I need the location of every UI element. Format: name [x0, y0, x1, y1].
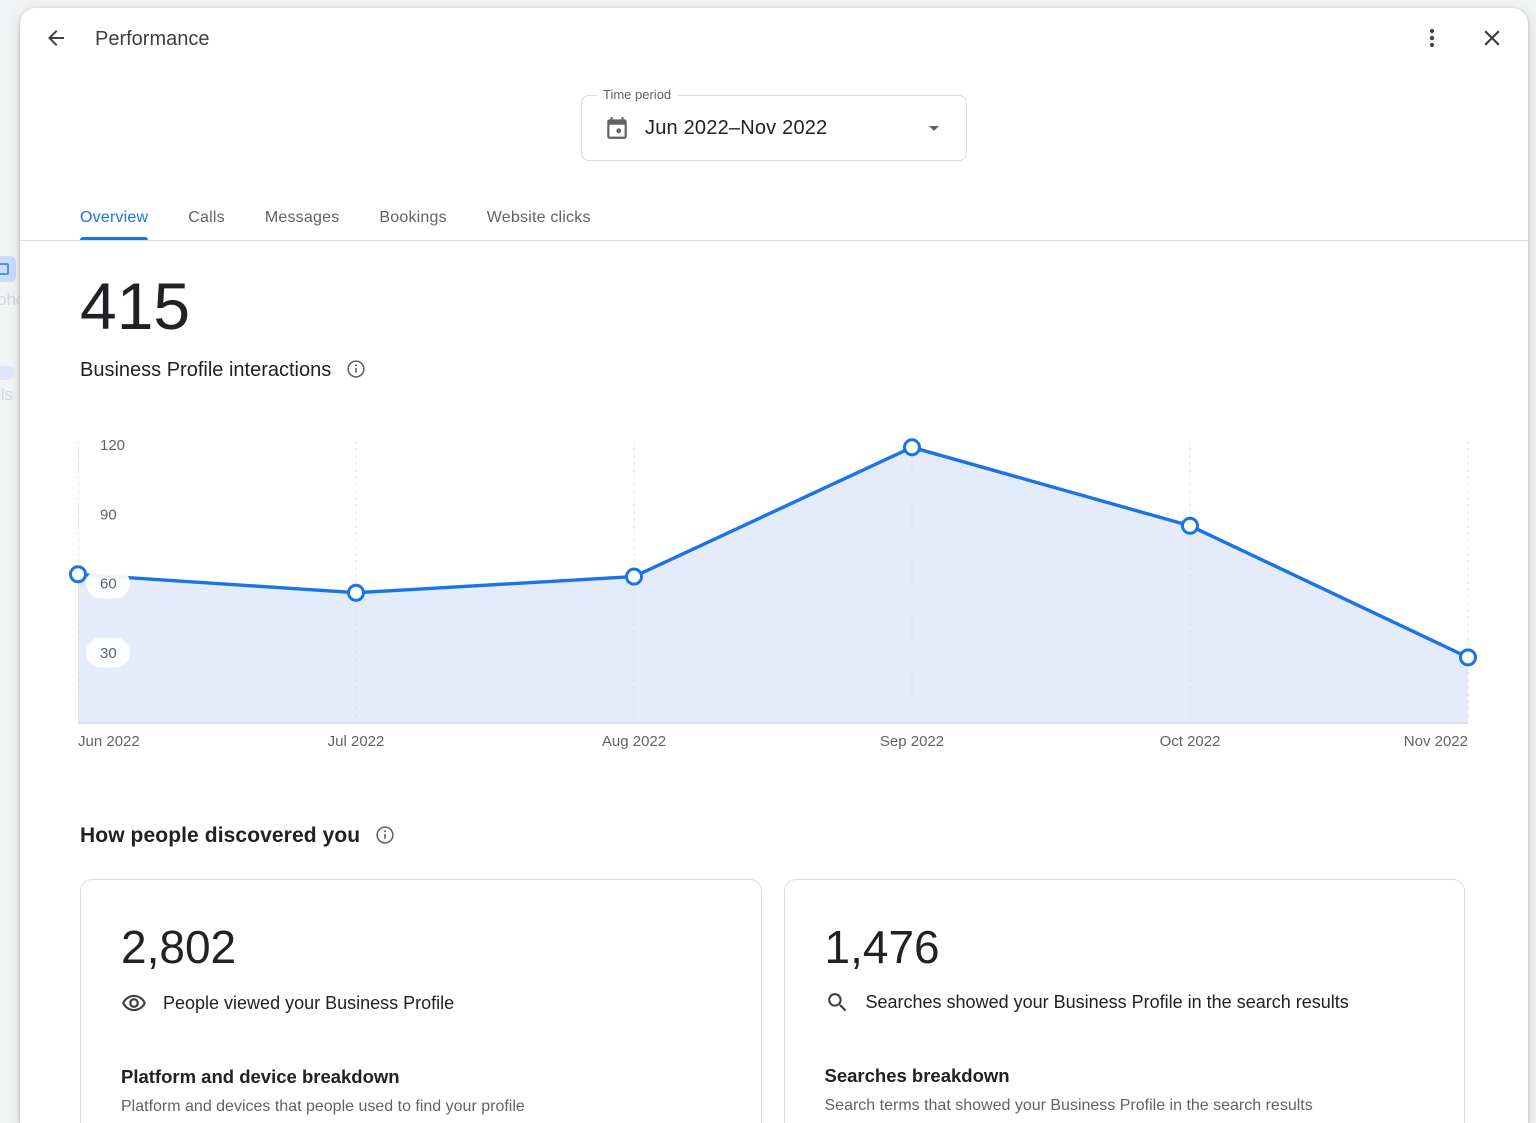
calendar-icon	[604, 115, 630, 141]
svg-text:Aug 2022: Aug 2022	[602, 733, 666, 750]
background-blob	[0, 366, 14, 380]
searches-label: Searches showed your Business Profile in…	[866, 992, 1349, 1013]
discovery-info-button[interactable]	[372, 823, 398, 849]
interactions-total: 415	[80, 273, 1468, 339]
profile-views-count: 2,802	[121, 924, 721, 970]
tab-bar: Overview Calls Messages Bookings Website…	[20, 195, 1528, 241]
background-page-sliver: oho lls	[0, 0, 22, 1123]
tab-overview[interactable]: Overview	[80, 195, 148, 240]
tab-bookings[interactable]: Bookings	[379, 195, 446, 240]
discovery-heading: How people discovered you	[80, 824, 360, 848]
searches-card: 1,476 Searches showed your Business Prof…	[784, 879, 1466, 1123]
interactions-chart-svg: 30 60 90 120 Jun 2022 Jul 2022 Aug 2022 Sep 202…	[78, 435, 1468, 753]
searches-breakdown-subtitle: Search terms that showed your Business P…	[825, 1097, 1425, 1115]
overview-tab-content: 415 Business Profile interactions 30 60 90…	[20, 241, 1528, 1123]
arrow-left-icon	[44, 26, 68, 53]
svg-text:30: 30	[100, 645, 117, 662]
interactions-label: Business Profile interactions	[80, 359, 331, 382]
svg-text:Nov 2022: Nov 2022	[1404, 733, 1468, 750]
info-icon	[345, 358, 367, 383]
interactions-info-button[interactable]	[343, 357, 369, 383]
photo-icon	[0, 256, 16, 282]
svg-text:90: 90	[100, 506, 117, 523]
overflow-menu-button[interactable]	[1412, 19, 1452, 59]
search-icon	[825, 990, 850, 1015]
background-text-fragment: oho	[0, 290, 22, 310]
svg-text:120: 120	[100, 437, 125, 454]
svg-text:Jun 2022: Jun 2022	[78, 733, 140, 750]
svg-text:Sep 2022: Sep 2022	[880, 733, 944, 750]
svg-text:Oct 2022: Oct 2022	[1160, 733, 1221, 750]
time-period-value: Jun 2022–Nov 2022	[645, 117, 827, 140]
chevron-down-icon	[922, 116, 946, 140]
kebab-menu-icon	[1420, 26, 1444, 53]
eye-icon	[121, 990, 147, 1016]
platform-breakdown-subtitle: Platform and devices that people used to…	[121, 1098, 721, 1116]
back-button[interactable]	[36, 19, 76, 59]
time-period-select[interactable]: Time period Jun 2022–Nov 2022	[581, 95, 967, 161]
background-text-fragment: lls	[0, 385, 13, 405]
time-period-field-label: Time period	[597, 87, 677, 102]
svg-text:60: 60	[100, 576, 117, 593]
profile-views-label: People viewed your Business Profile	[163, 993, 454, 1014]
performance-dialog: Performance Time period Jun 2022–Nov 202…	[20, 8, 1528, 1123]
close-icon	[1479, 25, 1505, 54]
svg-text:Jul 2022: Jul 2022	[328, 733, 385, 750]
info-icon	[374, 824, 396, 849]
platform-breakdown-title: Platform and device breakdown	[121, 1066, 721, 1088]
page-title: Performance	[95, 28, 210, 51]
profile-views-card: 2,802 People viewed your Business Profil…	[80, 879, 762, 1123]
tab-calls[interactable]: Calls	[188, 195, 225, 240]
searches-count: 1,476	[825, 924, 1425, 970]
tab-website-clicks[interactable]: Website clicks	[487, 195, 591, 240]
searches-breakdown-title: Searches breakdown	[825, 1065, 1425, 1087]
interactions-chart: 30 60 90 120 Jun 2022 Jul 2022 Aug 2022 Sep 202…	[80, 435, 1468, 753]
dialog-header: Performance	[20, 8, 1528, 70]
close-button[interactable]	[1472, 19, 1512, 59]
tab-messages[interactable]: Messages	[265, 195, 340, 240]
